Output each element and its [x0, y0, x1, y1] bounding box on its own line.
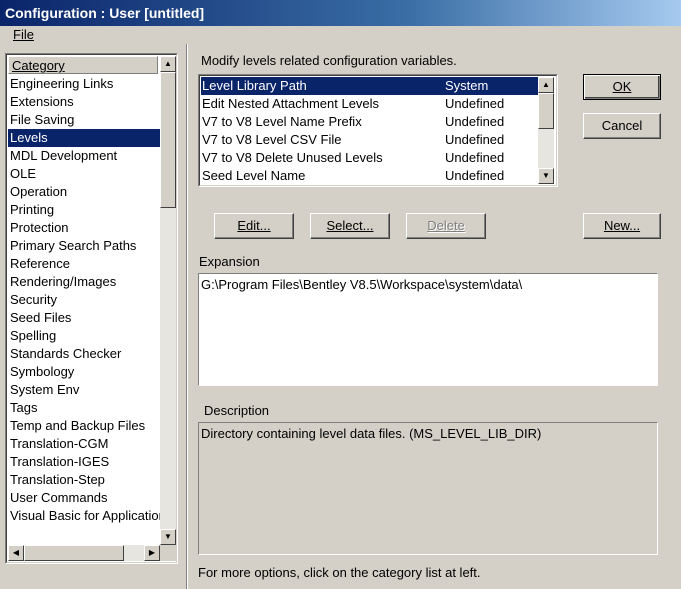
- delete-button[interactable]: Delete: [406, 213, 486, 239]
- category-item[interactable]: MDL Development: [8, 147, 160, 165]
- category-item[interactable]: Spelling: [8, 327, 160, 345]
- category-item[interactable]: Visual Basic for Applications: [8, 507, 160, 525]
- select-button[interactable]: Select...: [310, 213, 390, 239]
- variable-row[interactable]: V7 to V8 Level CSV File Undefined: [201, 131, 538, 149]
- category-item[interactable]: Extensions: [8, 93, 160, 111]
- panel-divider: [186, 44, 188, 589]
- variable-status: System: [445, 78, 489, 93]
- variable-name: V7 to V8 Level CSV File: [202, 132, 342, 147]
- category-item[interactable]: File Saving: [8, 111, 160, 129]
- edit-button[interactable]: Edit...: [214, 213, 294, 239]
- scroll-thumb[interactable]: [160, 72, 176, 208]
- category-hscrollbar[interactable]: ◀ ▶: [8, 545, 160, 561]
- category-item[interactable]: Rendering/Images: [8, 273, 160, 291]
- variable-status: Undefined: [445, 96, 505, 111]
- category-vscrollbar[interactable]: ▲ ▼: [160, 56, 176, 545]
- variable-name: V7 to V8 Level Name Prefix: [202, 114, 362, 129]
- category-item[interactable]: Engineering Links: [8, 75, 160, 93]
- category-header[interactable]: Category: [8, 56, 158, 74]
- expansion-label: Expansion: [199, 254, 260, 269]
- variable-status: Undefined: [445, 132, 505, 147]
- cancel-button[interactable]: Cancel: [583, 113, 661, 139]
- variable-row[interactable]: V7 to V8 Delete Unused Levels Undefined: [201, 149, 538, 167]
- category-item[interactable]: Standards Checker: [8, 345, 160, 363]
- category-item[interactable]: Printing: [8, 201, 160, 219]
- variable-status: Undefined: [445, 150, 505, 165]
- expansion-value: G:\Program Files\Bentley V8.5\Workspace\…: [201, 277, 523, 292]
- variable-name: V7 to V8 Delete Unused Levels: [202, 150, 383, 165]
- variables-caption: Modify levels related configuration vari…: [201, 53, 457, 68]
- variable-status: Undefined: [445, 168, 505, 183]
- ok-button[interactable]: OK: [583, 74, 661, 100]
- category-item[interactable]: Seed Files: [8, 309, 160, 327]
- category-item[interactable]: Primary Search Paths: [8, 237, 160, 255]
- scroll-thumb[interactable]: [538, 93, 554, 129]
- description-value: Directory containing level data files. (…: [201, 426, 542, 441]
- category-item[interactable]: System Env: [8, 381, 160, 399]
- menu-file[interactable]: File: [8, 27, 39, 42]
- category-item[interactable]: Security: [8, 291, 160, 309]
- variable-row[interactable]: Seed Level Name Undefined: [201, 167, 538, 185]
- category-item[interactable]: Levels: [8, 129, 160, 147]
- category-item[interactable]: User Commands: [8, 489, 160, 507]
- new-button[interactable]: New...: [583, 213, 661, 239]
- scroll-corner: [160, 545, 176, 561]
- variable-name: Edit Nested Attachment Levels: [202, 96, 380, 111]
- scroll-left-icon[interactable]: ◀: [8, 545, 24, 561]
- category-item[interactable]: OLE: [8, 165, 160, 183]
- category-list-box: Category Engineering Links Extensions File…: [5, 53, 178, 564]
- scroll-right-icon[interactable]: ▶: [144, 545, 160, 561]
- menu-bar: File: [0, 26, 681, 45]
- category-item[interactable]: Translation-IGES: [8, 453, 160, 471]
- variable-status: Undefined: [445, 114, 505, 129]
- category-item[interactable]: Translation-CGM: [8, 435, 160, 453]
- window-title: Configuration : User [untitled]: [5, 5, 205, 21]
- description-label: Description: [204, 403, 270, 418]
- variable-row[interactable]: Edit Nested Attachment Levels Undefined: [201, 95, 538, 113]
- category-item[interactable]: Operation: [8, 183, 160, 201]
- category-item[interactable]: Tags: [8, 399, 160, 417]
- window-title-bar[interactable]: Configuration : User [untitled]: [0, 0, 681, 26]
- variables-list-box: Level Library Path System Edit Nested Atta…: [198, 74, 558, 187]
- description-field: Directory containing level data files. (…: [198, 422, 658, 555]
- scroll-down-icon[interactable]: ▼: [538, 168, 554, 184]
- variable-name: Seed Level Name: [202, 168, 306, 183]
- category-list[interactable]: Engineering Links Extensions File Saving Le…: [8, 75, 160, 547]
- expansion-field[interactable]: G:\Program Files\Bentley V8.5\Workspace\…: [198, 273, 658, 386]
- scroll-up-icon[interactable]: ▲: [160, 56, 176, 72]
- variables-vscrollbar[interactable]: ▲ ▼: [538, 77, 554, 184]
- category-item[interactable]: Reference: [8, 255, 160, 273]
- variable-name: Level Library Path: [202, 78, 307, 93]
- hscroll-thumb[interactable]: [24, 545, 124, 561]
- variable-row[interactable]: Level Library Path System: [201, 77, 538, 95]
- category-item[interactable]: Temp and Backup Files: [8, 417, 160, 435]
- category-item[interactable]: Protection: [8, 219, 160, 237]
- category-item[interactable]: Symbology: [8, 363, 160, 381]
- category-item[interactable]: Translation-Step: [8, 471, 160, 489]
- scroll-up-icon[interactable]: ▲: [538, 77, 554, 93]
- scroll-down-icon[interactable]: ▼: [160, 529, 176, 545]
- variable-row[interactable]: V7 to V8 Level Name Prefix Undefined: [201, 113, 538, 131]
- footer-hint: For more options, click on the category …: [198, 565, 481, 580]
